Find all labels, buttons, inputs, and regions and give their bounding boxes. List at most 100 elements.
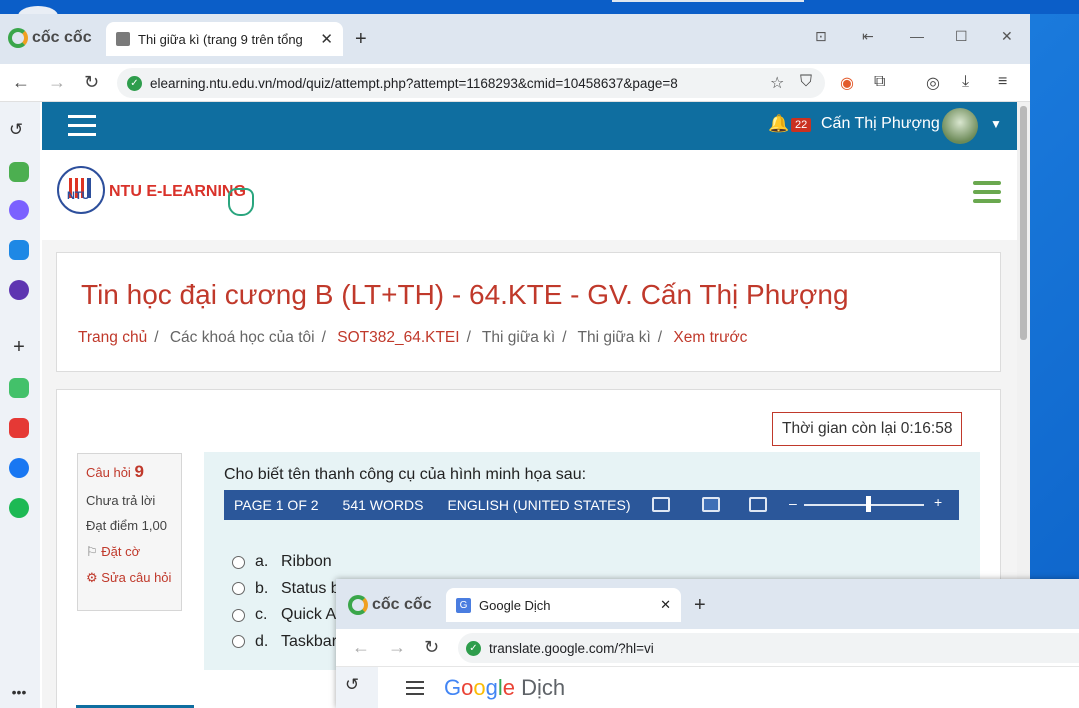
scrollbar-thumb[interactable] xyxy=(1020,106,1027,340)
address-bar-2[interactable]: ✓ translate.google.com/?hl=vi xyxy=(458,633,1079,663)
question-info: Câu hỏi 9 Chưa trả lời Đạt điểm 1,00 ⚐ Đ… xyxy=(77,453,182,611)
q-app-icon[interactable] xyxy=(9,280,29,300)
address-bar[interactable]: ✓ elearning.ntu.edu.vn/mod/quiz/attempt.… xyxy=(117,68,825,98)
coccoc-icon xyxy=(8,28,28,48)
minimize-icon[interactable]: — xyxy=(910,28,924,44)
puzzle-icon[interactable]: ⧉ xyxy=(874,73,885,91)
option-d-radio[interactable] xyxy=(232,635,245,649)
reload-icon-2[interactable]: ↻ xyxy=(424,637,439,658)
option-d[interactable]: d. Taskbar xyxy=(232,629,340,656)
option-c-radio[interactable] xyxy=(232,608,245,622)
address-bar-row: ← → ↻ ✓ elearning.ntu.edu.vn/mod/quiz/at… xyxy=(0,64,1030,102)
read-mode-icon xyxy=(652,497,670,512)
history-icon-2[interactable]: ↺ xyxy=(345,675,365,695)
course-header-card: Tin học đại cương B (LT+TH) - 64.KTE - G… xyxy=(56,252,1001,372)
breadcrumb-quiz[interactable]: Thi giữa kì xyxy=(578,329,651,346)
question-status: Chưa trả lời xyxy=(86,492,156,508)
google-translate-logo[interactable]: Google Dịch xyxy=(444,675,565,701)
browser-sidebar: ↺ + ••• xyxy=(0,102,40,708)
add-app-icon[interactable]: + xyxy=(9,336,29,358)
option-c[interactable]: c. Quick A xyxy=(232,602,340,629)
history-icon[interactable]: ↺ xyxy=(9,120,29,140)
secure-lock-icon[interactable]: ✓ xyxy=(127,75,142,91)
more-icon[interactable]: ••• xyxy=(9,684,29,704)
url-text-2: translate.google.com/?hl=vi xyxy=(489,640,654,656)
word-page-count: PAGE 1 OF 2 xyxy=(234,497,319,513)
bell-icon[interactable]: 🔔 xyxy=(768,114,789,134)
profile-icon[interactable]: ◎ xyxy=(926,73,940,93)
secure-lock-icon-2[interactable]: ✓ xyxy=(466,640,481,656)
maximize-icon[interactable]: ☐ xyxy=(955,28,968,45)
brand-text[interactable]: NTU E-LEARNING xyxy=(109,183,246,201)
logo-text: NTU xyxy=(67,190,90,202)
breadcrumb-preview[interactable]: Xem trước xyxy=(673,329,747,346)
translate-page: ↺ Google Dịch xyxy=(336,667,1079,708)
close-window-icon[interactable]: ✕ xyxy=(1001,28,1013,45)
new-tab-button[interactable]: + xyxy=(355,28,367,51)
question-points: Đạt điểm 1,00 xyxy=(86,518,167,534)
menu-icon[interactable]: ≡ xyxy=(998,73,1007,91)
brand-name-2: cốc cốc xyxy=(372,596,432,613)
nav-drawer-icon[interactable] xyxy=(68,115,96,137)
avatar[interactable] xyxy=(942,108,978,144)
print-layout-icon xyxy=(702,497,720,512)
timer: Thời gian còn lại 0:16:58 xyxy=(772,412,963,446)
word-language: ENGLISH (UNITED STATES) xyxy=(447,497,631,513)
bookmark-star-icon[interactable]: ☆ xyxy=(770,73,784,93)
extension-coccoc-icon[interactable]: ◉ xyxy=(840,73,854,93)
tab-search-icon[interactable]: ⊡ xyxy=(815,28,827,45)
youtube-icon[interactable] xyxy=(9,418,29,438)
spotify-icon[interactable] xyxy=(9,498,29,518)
main-menu-icon[interactable] xyxy=(406,681,424,699)
user-name[interactable]: Cấn Thị Phượng xyxy=(821,115,940,133)
download-icon[interactable]: ⤓ xyxy=(962,73,969,91)
gear-icon: ⚙ xyxy=(86,569,98,585)
green-app-icon[interactable] xyxy=(9,378,29,398)
messenger-icon[interactable] xyxy=(9,200,29,220)
tab-bar-2: cốc cốc G Google Dịch ✕ + xyxy=(336,579,1079,629)
reload-icon[interactable]: ↻ xyxy=(84,72,99,93)
tab-close-icon-2[interactable]: ✕ xyxy=(660,597,671,613)
option-b-radio[interactable] xyxy=(232,582,245,596)
forward-icon[interactable]: → xyxy=(48,72,66,93)
coccoc-logo[interactable]: cốc cốc xyxy=(8,28,92,48)
forward-icon-2[interactable]: → xyxy=(388,637,406,658)
breadcrumb-my-courses[interactable]: Các khoá học của tôi xyxy=(170,329,315,346)
notification-badge: 22 xyxy=(791,118,812,132)
word-count: 541 WORDS xyxy=(342,497,424,513)
tab-title-2: Google Dịch xyxy=(479,597,551,613)
breadcrumb-course[interactable]: SOT382_64.KTEI xyxy=(337,329,459,346)
option-a-radio[interactable] xyxy=(232,555,245,569)
zalo-icon[interactable] xyxy=(9,240,29,260)
tab-bar: cốc cốc Thi giữa kì (trang 9 trên tổng ✕… xyxy=(0,14,1030,64)
coccoc-logo-2[interactable]: cốc cốc xyxy=(348,595,432,615)
breadcrumb-section[interactable]: Thi giữa kì xyxy=(482,329,555,346)
tab-close-icon[interactable]: ✕ xyxy=(320,30,333,48)
sidebar-2: ↺ xyxy=(336,667,378,708)
option-b[interactable]: b. Status b xyxy=(232,576,340,603)
ntu-logo[interactable]: NTU xyxy=(57,166,105,214)
shield-icon[interactable]: ⛉ xyxy=(800,73,812,91)
back-icon[interactable]: ← xyxy=(12,72,30,93)
ai-icon[interactable] xyxy=(9,162,29,182)
site-header: 🔔 22 Cấn Thị Phượng ▼ xyxy=(42,102,1017,150)
site-menu-icon[interactable] xyxy=(973,181,1001,208)
new-tab-button-2[interactable]: + xyxy=(694,594,706,617)
flag-question[interactable]: ⚐ Đặt cờ xyxy=(86,543,173,561)
zoom-slider xyxy=(804,504,924,506)
zoom-slider-knob xyxy=(866,496,871,512)
minimize-left-icon[interactable]: ⇤ xyxy=(862,28,874,45)
question-number: Câu hỏi 9 xyxy=(86,462,144,481)
facebook-icon[interactable] xyxy=(9,458,29,478)
breadcrumb-home[interactable]: Trang chủ xyxy=(78,329,147,346)
edit-question[interactable]: ⚙ Sửa câu hỏi xyxy=(86,569,173,587)
desktop-bar xyxy=(612,0,804,2)
chevron-down-icon[interactable]: ▼ xyxy=(990,117,1002,131)
answer-options: a. Ribbon b. Status b c. Quick A d. Taskbar xyxy=(232,549,340,655)
hand-pointer-icon xyxy=(228,188,254,216)
coccoc-icon-2 xyxy=(348,595,368,615)
tab-google-translate[interactable]: G Google Dịch ✕ xyxy=(446,588,681,622)
back-icon-2[interactable]: ← xyxy=(352,637,370,658)
tab-quiz[interactable]: Thi giữa kì (trang 9 trên tổng ✕ xyxy=(106,22,343,56)
option-a[interactable]: a. Ribbon xyxy=(232,549,340,576)
